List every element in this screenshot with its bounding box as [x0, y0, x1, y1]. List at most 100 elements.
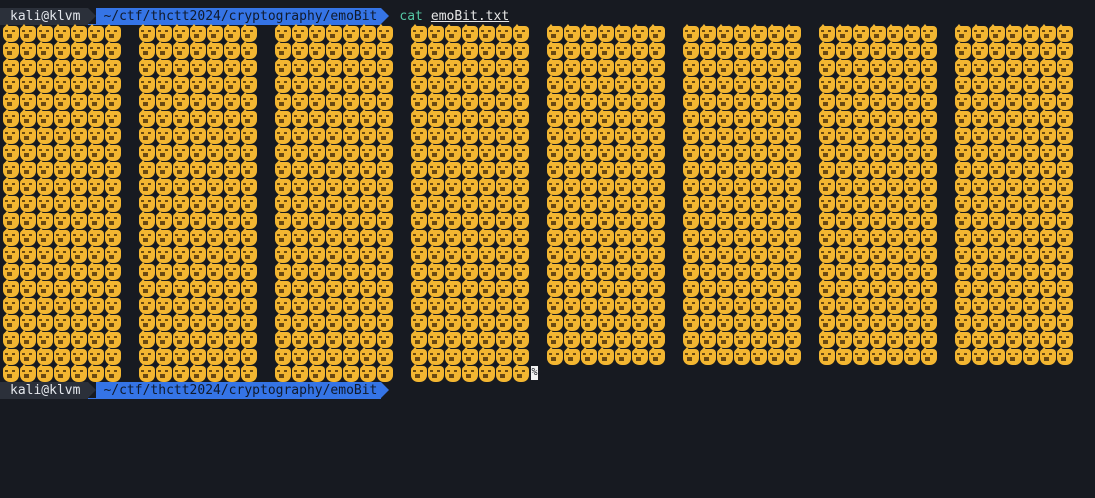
cat-face-icon [1040, 228, 1056, 246]
cat-face-icon [20, 347, 36, 365]
cat-face-icon [513, 160, 529, 178]
cat-face-icon [768, 143, 784, 161]
cat-face-icon [411, 160, 427, 178]
cat-face-icon [139, 109, 155, 127]
cat-face-icon [173, 211, 189, 229]
cat-face-icon [853, 160, 869, 178]
cat-face-icon [3, 211, 19, 229]
cat-face-icon [615, 75, 631, 93]
cat-face-icon [428, 313, 444, 331]
cat-face-icon [564, 330, 580, 348]
cat-face-icon [513, 75, 529, 93]
cat-face-icon [411, 143, 427, 161]
cat-face-icon [326, 364, 342, 382]
cat-face-icon [445, 109, 461, 127]
cat-face-icon [887, 279, 903, 297]
cat-face-icon [139, 194, 155, 212]
cat-face-icon [156, 313, 172, 331]
cat-face-icon [700, 75, 716, 93]
cat-face-icon [700, 313, 716, 331]
cat-face-icon [955, 58, 971, 76]
cat-face-icon [700, 279, 716, 297]
terminal-window[interactable]: kali@klvm ~/ctf/thctt2024/cryptography/e… [0, 0, 1095, 498]
cat-face-icon [326, 126, 342, 144]
cat-face-icon [581, 160, 597, 178]
cat-face-icon [615, 41, 631, 59]
cat-face-icon [768, 228, 784, 246]
cat-face-icon [190, 58, 206, 76]
cat-face-icon [462, 160, 478, 178]
cat-face-icon [513, 58, 529, 76]
cat-face-icon [445, 177, 461, 195]
cat-face-icon [207, 211, 223, 229]
cat-face-icon [836, 109, 852, 127]
cat-face-icon [1040, 211, 1056, 229]
emoji-block [3, 24, 122, 383]
emoji-row [139, 364, 258, 383]
cat-face-icon [462, 364, 478, 382]
cat-face-icon [836, 92, 852, 110]
cat-face-icon [360, 245, 376, 263]
cat-face-icon [360, 109, 376, 127]
cat-face-icon [309, 279, 325, 297]
cat-face-icon [428, 211, 444, 229]
cat-face-icon [292, 143, 308, 161]
cat-face-icon [88, 347, 104, 365]
cat-face-icon [615, 92, 631, 110]
cat-face-icon [921, 347, 937, 365]
cat-face-icon [768, 41, 784, 59]
cat-face-icon [853, 262, 869, 280]
cat-face-icon [887, 262, 903, 280]
cat-face-icon [785, 92, 801, 110]
cat-face-icon [870, 245, 886, 263]
cat-face-icon [445, 92, 461, 110]
cat-face-icon [462, 92, 478, 110]
command-argument[interactable]: emoBit.txt [431, 9, 509, 24]
cat-face-icon [428, 330, 444, 348]
cat-face-icon [190, 194, 206, 212]
cat-face-icon [819, 41, 835, 59]
cat-face-icon [1040, 194, 1056, 212]
cat-face-icon [564, 194, 580, 212]
cat-face-icon [139, 245, 155, 263]
cat-face-icon [547, 330, 563, 348]
cat-face-icon [598, 211, 614, 229]
cat-face-icon [1006, 211, 1022, 229]
cat-face-icon [173, 296, 189, 314]
cat-face-icon [360, 24, 376, 42]
cat-face-icon [632, 296, 648, 314]
cat-face-icon [972, 41, 988, 59]
cat-face-icon [547, 279, 563, 297]
cat-face-icon [241, 143, 257, 161]
cat-face-icon [496, 347, 512, 365]
cat-face-icon [649, 296, 665, 314]
emoji-row [683, 347, 802, 366]
cat-face-icon [173, 347, 189, 365]
cat-face-icon [921, 211, 937, 229]
cat-face-icon [309, 126, 325, 144]
cat-face-icon [88, 75, 104, 93]
cat-face-icon [751, 92, 767, 110]
cat-face-icon [683, 126, 699, 144]
cat-face-icon [513, 109, 529, 127]
cat-emoji-output: % [3, 24, 1093, 383]
prompt-line-2: kali@klvm ~/ctf/thctt2024/cryptography/e… [0, 382, 390, 399]
cat-face-icon [462, 296, 478, 314]
cat-face-icon [37, 262, 53, 280]
cat-face-icon [513, 41, 529, 59]
cat-face-icon [445, 211, 461, 229]
cat-face-icon [632, 330, 648, 348]
cat-face-icon [1023, 92, 1039, 110]
cat-face-icon [632, 177, 648, 195]
cat-face-icon [54, 364, 70, 382]
cat-face-icon [20, 24, 36, 42]
cat-face-icon [37, 92, 53, 110]
cat-face-icon [496, 228, 512, 246]
cat-face-icon [241, 75, 257, 93]
cat-face-icon [1023, 347, 1039, 365]
cat-face-icon [768, 245, 784, 263]
cat-face-icon [904, 194, 920, 212]
cat-face-icon [88, 143, 104, 161]
cat-face-icon [190, 75, 206, 93]
cat-face-icon [717, 126, 733, 144]
